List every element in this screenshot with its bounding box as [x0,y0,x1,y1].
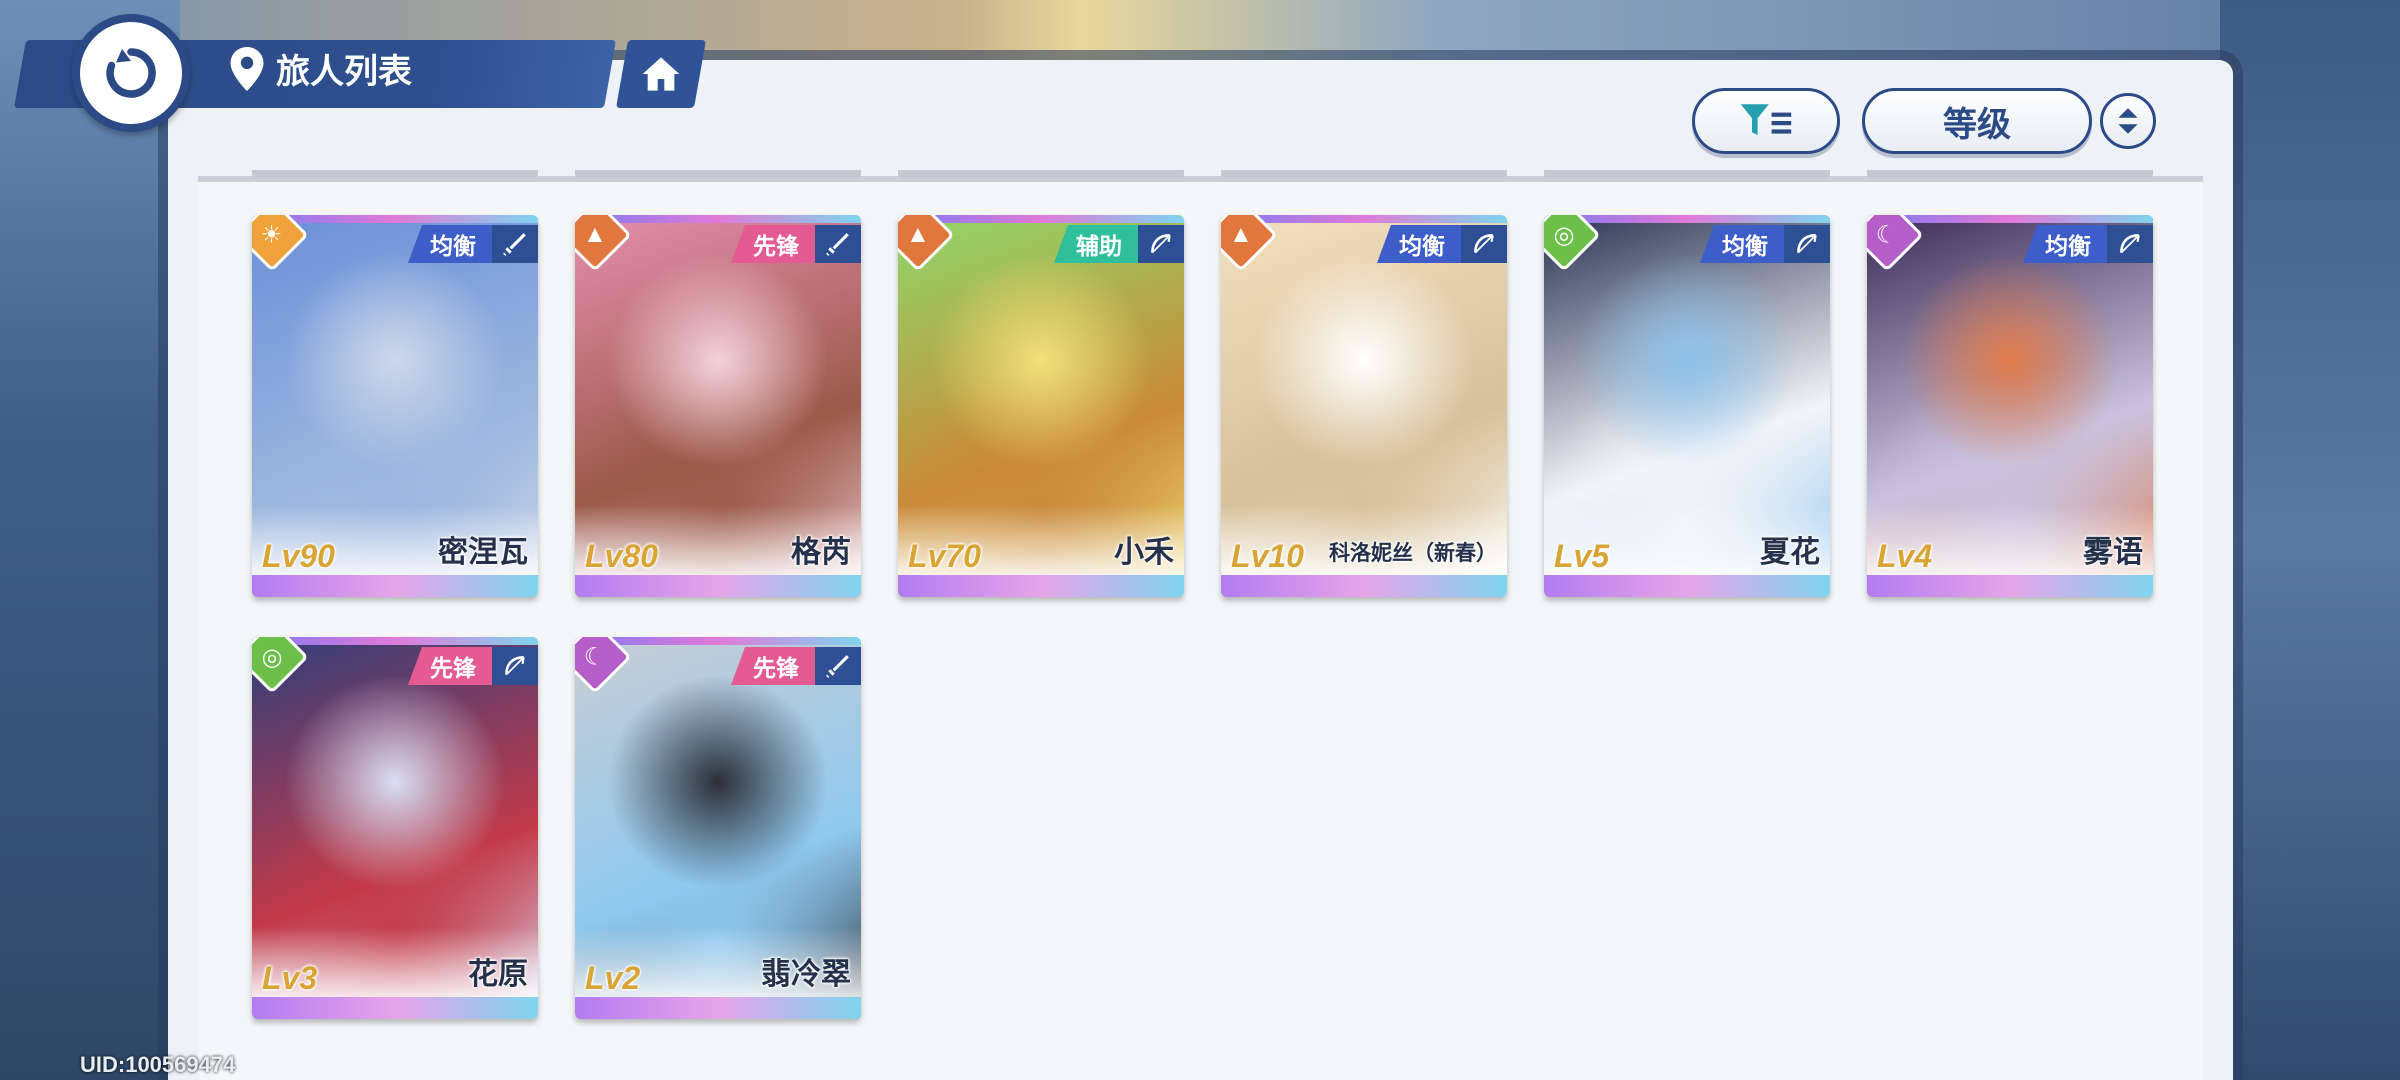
bow-icon [1138,225,1184,263]
previous-row-card-edge [1544,170,1830,178]
card-rarity-bar [575,997,861,1019]
sword-icon [492,225,538,263]
filter-icon [1740,104,1792,135]
back-button[interactable] [72,14,190,132]
sword-icon [815,225,861,263]
uid-label: UID:100569474 [80,1052,236,1077]
mountain-icon: ▲ [1229,220,1253,248]
character-name: 雾语 [2083,536,2143,569]
character-card[interactable]: ☾ 均衡 Lv4 雾语 [1867,215,2153,597]
location-pin-icon [230,46,264,91]
character-name: 小禾 [1114,536,1174,569]
home-button[interactable] [616,40,706,108]
bow-icon [2107,225,2153,263]
bow-icon [1461,225,1507,263]
role-label: 均衡 [430,233,476,259]
card-rarity-bar [1867,575,2153,597]
character-name: 密涅瓦 [438,536,528,569]
character-name: 花原 [468,958,528,991]
character-level: Lv10 [1231,538,1304,574]
back-arrow-icon [106,48,156,98]
previous-row-card-edge [1867,170,2153,178]
background-right [2220,0,2400,1080]
bow-icon [1784,225,1830,263]
character-level: Lv2 [585,960,641,996]
page-title: 旅人列表 [230,44,412,93]
role-label: 均衡 [1722,233,1768,259]
page-title-text: 旅人列表 [276,53,412,91]
character-level: Lv90 [262,538,335,574]
previous-row-card-edge [252,170,538,178]
role-tag: 先锋 [731,647,815,685]
role-label: 均衡 [1399,233,1445,259]
sword-icon [815,647,861,685]
character-level: Lv70 [908,538,981,574]
sort-label: 等级 [1943,105,2011,144]
character-card[interactable]: ▲ 辅助 Lv70 小禾 [898,215,1184,597]
character-name: 夏花 [1760,536,1820,569]
wind-icon: ◎ [261,643,283,671]
character-card[interactable]: ☾ 先锋 Lv2 翡冷翠 [575,637,861,1019]
character-level: Lv3 [262,960,318,996]
card-rarity-bar [252,997,538,1019]
character-level: Lv80 [585,538,658,574]
sun-icon: ☀ [261,221,283,249]
background-left [0,0,180,1080]
sort-by-level-button[interactable]: 等级 [1862,88,2092,154]
sort-order-icon [2118,108,2138,134]
card-rarity-bar [1544,575,1830,597]
moon-icon: ☾ [1876,221,1898,249]
wind-icon: ◎ [1553,221,1575,249]
bow-icon [492,647,538,685]
character-card[interactable]: ◎ 均衡 Lv5 夏花 [1544,215,1830,597]
role-tag: 均衡 [408,225,492,263]
previous-row-card-edge [575,170,861,178]
card-rarity-bar [898,575,1184,597]
character-card[interactable]: ▲ 先锋 Lv80 格芮 [575,215,861,597]
mountain-icon: ▲ [583,220,607,248]
role-label: 先锋 [430,655,476,681]
character-name: 格芮 [791,536,851,569]
role-label: 辅助 [1076,233,1122,259]
role-label: 先锋 [753,655,799,681]
card-rarity-bar [1221,575,1507,597]
home-icon [642,57,680,91]
character-card[interactable]: ◎ 先锋 Lv3 花原 [252,637,538,1019]
filter-button[interactable] [1692,88,1840,154]
role-tag: 均衡 [1377,225,1461,263]
mountain-icon: ▲ [906,220,930,248]
character-name: 科洛妮丝（新春） [1329,542,1497,565]
role-label: 均衡 [2045,233,2091,259]
card-rarity-bar [575,575,861,597]
card-rarity-bar [252,575,538,597]
character-level: Lv5 [1554,538,1610,574]
character-card[interactable]: ☀ 均衡 Lv90 密涅瓦 [252,215,538,597]
previous-row-card-edge [898,170,1184,178]
previous-row-card-edge [1221,170,1507,178]
character-card[interactable]: ▲ 均衡 Lv10 科洛妮丝（新春） [1221,215,1507,597]
moon-icon: ☾ [584,643,606,671]
role-tag: 均衡 [2023,225,2107,263]
role-tag: 先锋 [731,225,815,263]
character-name: 翡冷翠 [761,958,851,991]
role-label: 先锋 [753,233,799,259]
role-tag: 均衡 [1700,225,1784,263]
role-tag: 先锋 [408,647,492,685]
sort-order-toggle[interactable] [2100,93,2156,149]
character-level: Lv4 [1877,538,1933,574]
role-tag: 辅助 [1054,225,1138,263]
